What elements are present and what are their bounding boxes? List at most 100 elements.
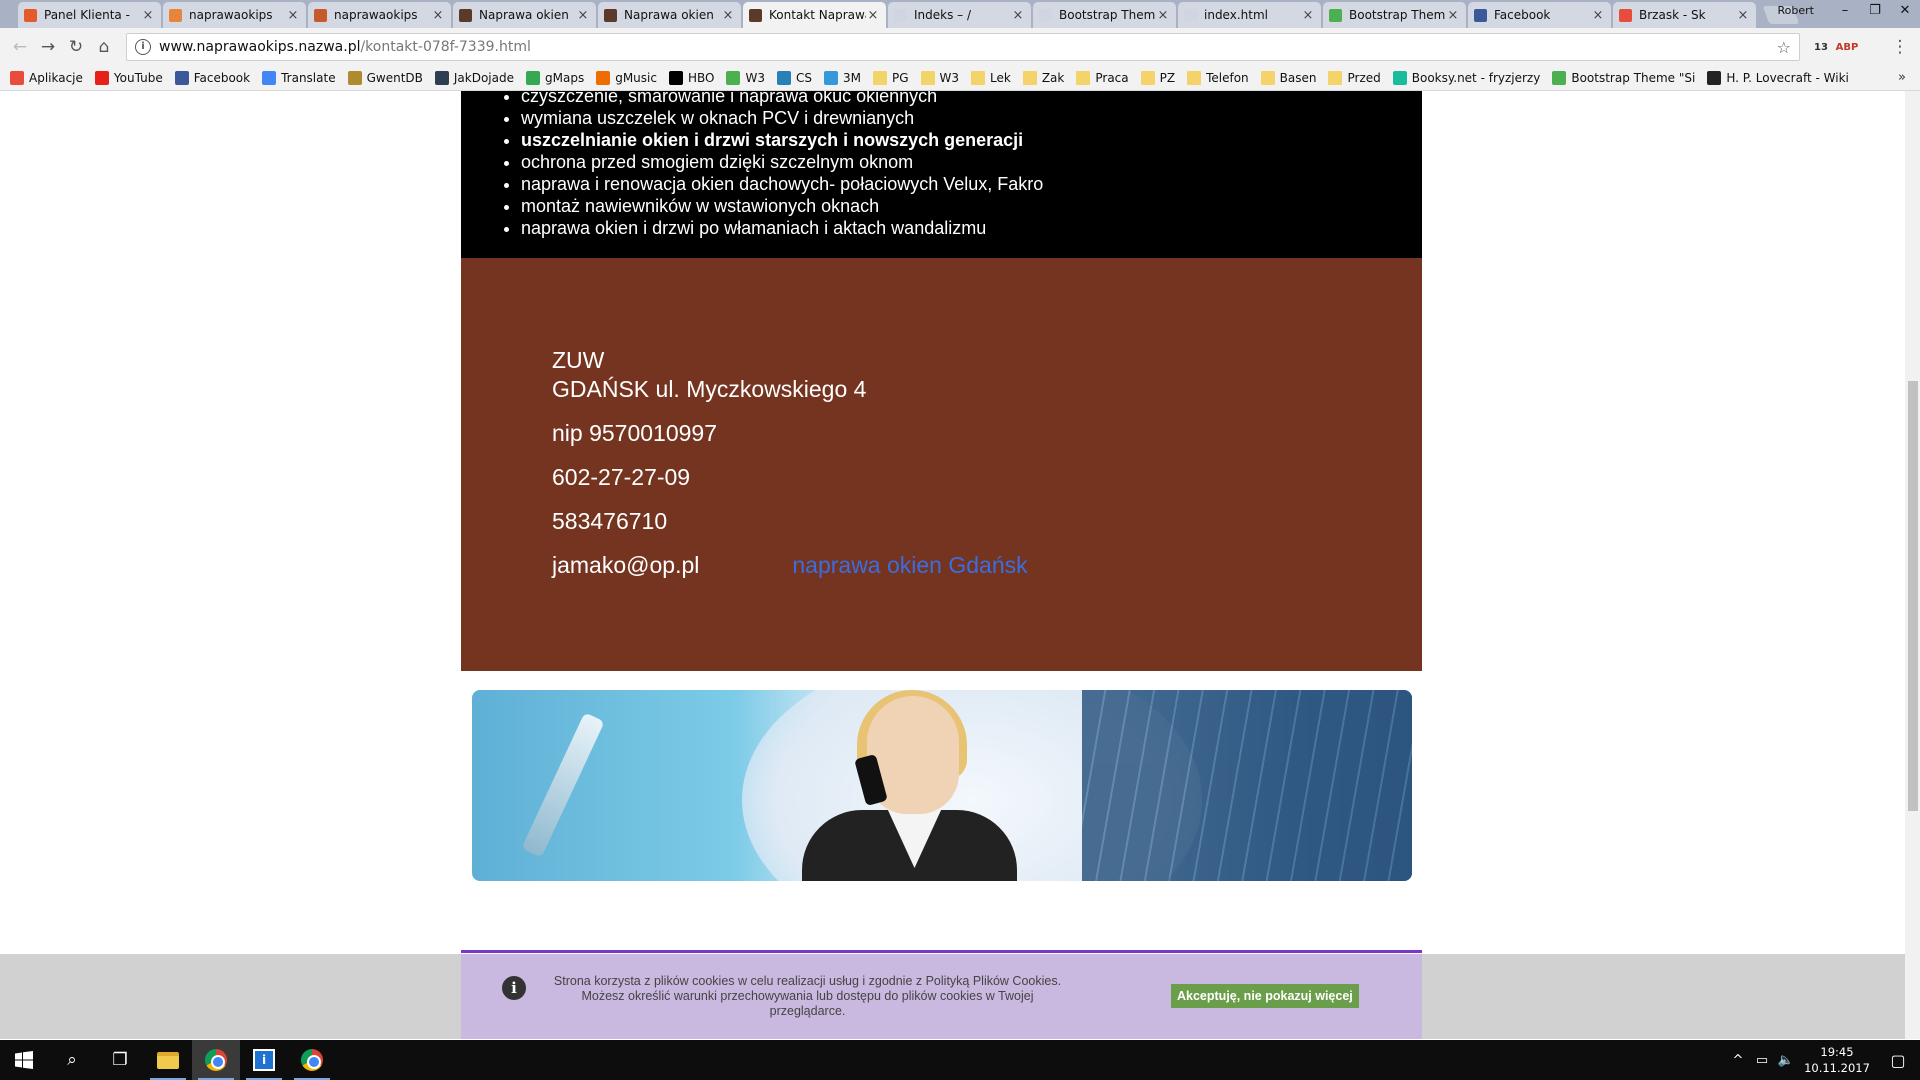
site-icon	[459, 8, 472, 22]
bookmark-item[interactable]: Facebook	[174, 71, 250, 85]
bookmark-item[interactable]: H. P. Lovecraft - Wiki	[1707, 71, 1849, 85]
browser-tab[interactable]: index.html ×	[1178, 2, 1321, 28]
bookmark-item[interactable]: Translate	[262, 71, 336, 85]
seo-link[interactable]: naprawa okien Gdańsk	[792, 551, 1027, 580]
address-bar[interactable]: i www.naprawaokips.nazwa.pl/kontakt-078f…	[126, 33, 1800, 61]
eyedropper-icon[interactable]	[1860, 37, 1886, 57]
bookmark-item[interactable]: Aplikacje	[10, 71, 83, 85]
bookmark-item[interactable]: 3M	[823, 71, 861, 85]
close-tab-icon[interactable]: ×	[431, 8, 445, 23]
bookmark-item[interactable]: W3	[726, 71, 765, 85]
close-tab-icon[interactable]: ×	[286, 8, 300, 23]
browser-tab[interactable]: naprawaokips ×	[308, 2, 451, 28]
bookmark-item[interactable]: YouTube	[94, 71, 163, 85]
bookmark-item[interactable]: PG	[872, 71, 909, 85]
clock-time: 19:45	[1820, 1045, 1854, 1059]
info-icon: i	[502, 976, 526, 1000]
bookmark-item[interactable]: Przed	[1328, 71, 1381, 85]
bookmark-item[interactable]: Zak	[1022, 71, 1064, 85]
browser-tab[interactable]: Kontakt Naprawa ×	[743, 2, 886, 28]
facebook-icon	[174, 71, 189, 85]
chrome-icon[interactable]	[288, 1040, 336, 1080]
notifications-icon[interactable]: ▢	[1876, 1051, 1920, 1070]
menu-icon[interactable]: ⋮	[1886, 37, 1914, 57]
close-tab-icon[interactable]: ×	[721, 8, 735, 23]
bookmark-item[interactable]: Basen	[1260, 71, 1316, 85]
close-tab-icon[interactable]: ×	[141, 8, 155, 23]
browser-tab[interactable]: Brzask - Sk ×	[1613, 2, 1756, 28]
close-tab-icon[interactable]: ×	[866, 8, 880, 23]
company-nip: nip 9570010997	[552, 420, 717, 446]
bookmarks-overflow[interactable]: »	[1898, 70, 1906, 85]
extension-icon[interactable]: 13	[1808, 37, 1834, 57]
close-window-icon[interactable]: ✕	[1890, 3, 1920, 18]
home-icon[interactable]: ⌂	[90, 37, 118, 57]
bookmark-label: GwentDB	[366, 71, 423, 85]
bookmark-item[interactable]: gMaps	[526, 71, 584, 85]
bookmark-item[interactable]: CS	[776, 71, 812, 85]
browser-tab[interactable]: Indeks – / ×	[888, 2, 1031, 28]
close-tab-icon[interactable]: ×	[1446, 8, 1460, 23]
tab-label: Bootstrap Them	[1059, 8, 1156, 22]
close-tab-icon[interactable]: ×	[1301, 8, 1315, 23]
chevron-up-icon[interactable]: ^	[1726, 1053, 1750, 1068]
bookmark-item[interactable]: PZ	[1140, 71, 1176, 85]
browser-tab[interactable]: Naprawa okien ×	[453, 2, 596, 28]
volume-icon[interactable]: 🔈	[1774, 1053, 1798, 1068]
close-tab-icon[interactable]: ×	[1736, 8, 1750, 23]
close-tab-icon[interactable]: ×	[1591, 8, 1605, 23]
browser-tab[interactable]: Panel Klienta - ×	[18, 2, 161, 28]
profile-name[interactable]: Robert	[1778, 4, 1814, 17]
folder-icon	[1140, 71, 1155, 85]
bookmark-item[interactable]: HBO	[668, 71, 714, 85]
clock[interactable]: 19:45 10.11.2017	[1798, 1044, 1876, 1076]
browser-tab[interactable]: naprawaokips ×	[163, 2, 306, 28]
bookmark-label: YouTube	[113, 71, 163, 85]
file-explorer-icon[interactable]	[144, 1040, 192, 1080]
restore-icon[interactable]: ❐	[1860, 3, 1890, 18]
bookmark-star-icon[interactable]: ☆	[1777, 38, 1791, 57]
bookmark-label: PG	[891, 71, 909, 85]
network-icon[interactable]: ▭	[1750, 1053, 1774, 1068]
folder-icon	[872, 71, 887, 85]
folder-icon	[971, 71, 986, 85]
bookmark-item[interactable]: Bootstrap Theme "Si	[1552, 71, 1695, 85]
browser-tab[interactable]: Bootstrap Them ×	[1033, 2, 1176, 28]
close-tab-icon[interactable]: ×	[1156, 8, 1170, 23]
bookmark-item[interactable]: W3	[920, 71, 959, 85]
contact-section: ZUW GDAŃSK ul. Myczkowskiego 4 nip 95700…	[461, 258, 1422, 671]
chrome-icon[interactable]	[192, 1040, 240, 1080]
info-icon[interactable]: i	[135, 39, 151, 55]
company-address: GDAŃSK ul. Myczkowskiego 4	[552, 376, 867, 402]
store-icon[interactable]: i	[240, 1040, 288, 1080]
bookmark-item[interactable]: gMusic	[596, 71, 657, 85]
bookmark-item[interactable]: Booksy.net - fryzjerzy	[1392, 71, 1540, 85]
browser-tab[interactable]: Facebook ×	[1468, 2, 1611, 28]
forward-icon[interactable]: →	[34, 37, 62, 57]
tab-label: Facebook	[1494, 8, 1551, 22]
clock-date: 10.11.2017	[1804, 1061, 1870, 1075]
minimize-icon[interactable]: –	[1830, 3, 1860, 18]
bookmark-label: PZ	[1159, 71, 1176, 85]
close-tab-icon[interactable]: ×	[576, 8, 590, 23]
bookmark-item[interactable]: Telefon	[1187, 71, 1249, 85]
bookmark-item[interactable]: Praca	[1076, 71, 1129, 85]
page-scrollbar[interactable]	[1905, 91, 1920, 1039]
browser-tab[interactable]: Bootstrap Them ×	[1323, 2, 1466, 28]
bookmark-label: Bootstrap Theme "Si	[1571, 71, 1696, 85]
close-tab-icon[interactable]: ×	[1011, 8, 1025, 23]
accept-cookies-button[interactable]: Akceptuję, nie pokazuj więcej	[1171, 984, 1359, 1008]
adblock-icon[interactable]: ABP	[1834, 37, 1860, 57]
scrollbar-thumb[interactable]	[1908, 381, 1918, 811]
gwent-icon	[347, 71, 362, 85]
w3-icon	[1552, 71, 1567, 85]
bookmark-item[interactable]: JakDojade	[434, 71, 514, 85]
browser-tab[interactable]: Naprawa okien ×	[598, 2, 741, 28]
back-icon[interactable]: ←	[6, 37, 34, 57]
bookmark-item[interactable]: Lek	[971, 71, 1011, 85]
task-view-icon[interactable]: ❐	[96, 1040, 144, 1080]
bookmark-item[interactable]: GwentDB	[347, 71, 423, 85]
search-icon[interactable]: ⌕	[48, 1040, 96, 1080]
start-icon[interactable]	[0, 1040, 48, 1080]
reload-icon[interactable]: ↻	[62, 37, 90, 57]
